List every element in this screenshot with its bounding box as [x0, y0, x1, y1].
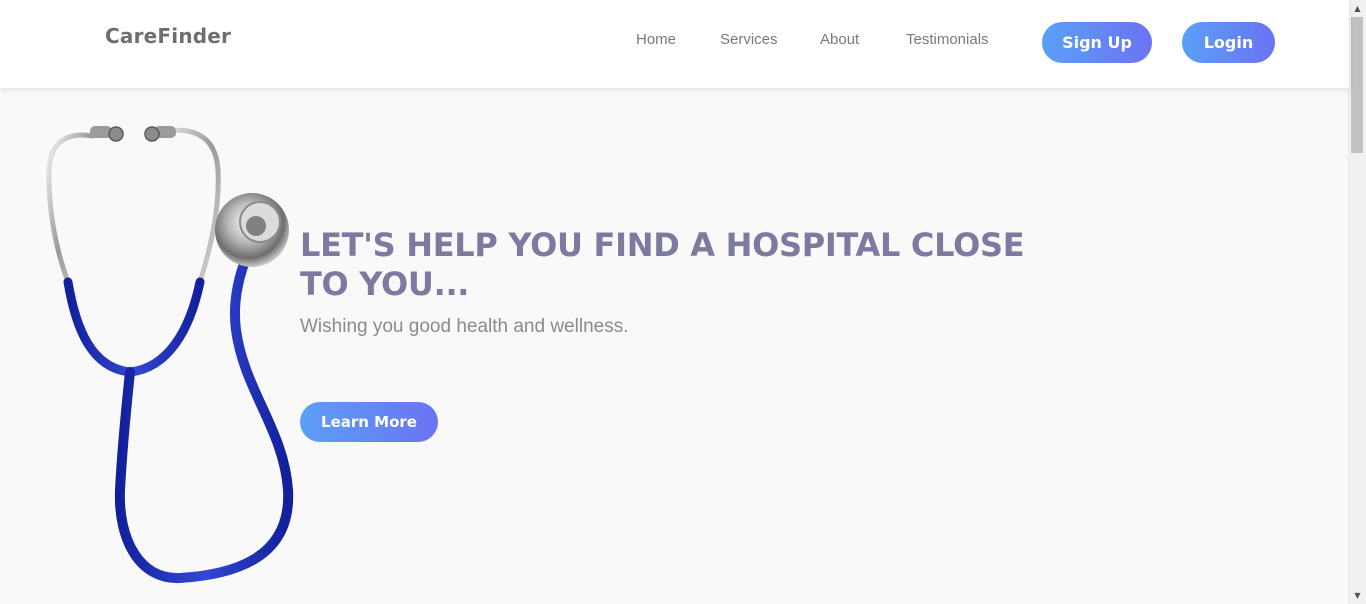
nav-testimonials-link[interactable]: Testimonials	[906, 31, 989, 48]
scrollbar-thumb[interactable]	[1351, 17, 1363, 153]
hero-title: LET'S HELP YOU FIND A HOSPITAL CLOSE TO …	[300, 226, 1025, 303]
vertical-scrollbar[interactable]: ▲ ▼	[1348, 0, 1366, 604]
nav-home-link[interactable]: Home	[636, 31, 676, 48]
page: CareFinder Home Services About Testimoni…	[0, 0, 1349, 604]
learn-more-button[interactable]: Learn More	[300, 402, 438, 442]
nav-services-link[interactable]: Services	[720, 31, 778, 48]
scroll-up-icon[interactable]: ▲	[1349, 0, 1366, 17]
brand-logo[interactable]: CareFinder	[105, 24, 231, 48]
sign-up-button[interactable]: Sign Up	[1042, 22, 1152, 63]
nav-about-link[interactable]: About	[820, 31, 859, 48]
top-navbar: CareFinder Home Services About Testimoni…	[0, 0, 1349, 88]
scroll-down-icon[interactable]: ▼	[1349, 587, 1366, 604]
hero-subtitle: Wishing you good health and wellness.	[300, 316, 629, 337]
login-button[interactable]: Login	[1182, 22, 1275, 63]
stethoscope-icon	[46, 126, 294, 584]
